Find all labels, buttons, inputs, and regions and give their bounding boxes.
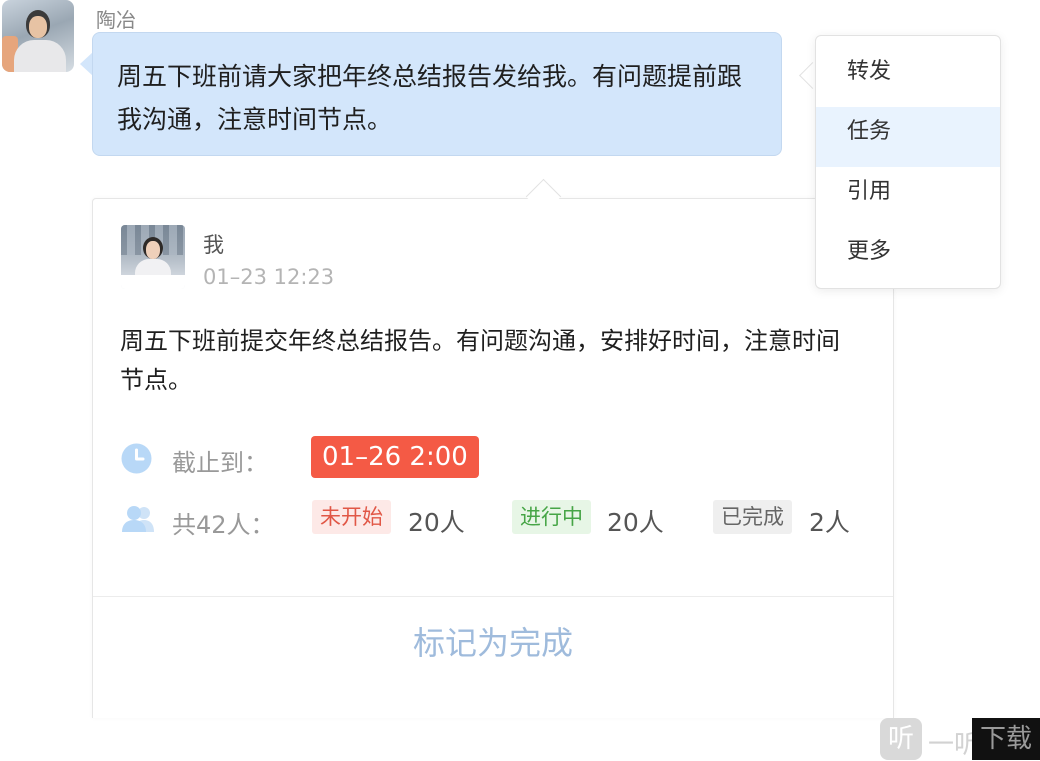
menu-item-quote[interactable]: 引用: [816, 167, 1000, 227]
status-tag-completed[interactable]: 已完成: [713, 500, 792, 534]
sender-name: 陶冶: [96, 8, 136, 32]
clock-icon: [121, 443, 152, 474]
status-tag-not-started[interactable]: 未开始: [312, 500, 391, 534]
people-icon: [121, 505, 156, 533]
deadline-badge: 01–26 2:00: [311, 436, 479, 478]
participants-total-label: 共42人：: [172, 511, 275, 539]
menu-item-task[interactable]: 任务: [816, 107, 1000, 167]
watermark-logo-icon: 听: [880, 718, 922, 760]
task-timestamp: 01–23 12:23: [203, 265, 335, 289]
menu-item-forward[interactable]: 转发: [816, 47, 1000, 107]
context-menu: 转发 任务 引用 更多: [815, 35, 1001, 289]
mark-complete-button[interactable]: 标记为完成: [93, 597, 893, 689]
status-tag-in-progress[interactable]: 进行中: [512, 500, 591, 534]
my-avatar[interactable]: [121, 225, 185, 289]
message-bubble[interactable]: 周五下班前请大家把年终总结报告发给我。有问题提前跟我沟通，注意时间节点。: [92, 32, 782, 156]
status-count-completed: 2人: [809, 508, 850, 537]
menu-item-more[interactable]: 更多: [816, 227, 1000, 287]
status-count-not-started: 20人: [408, 508, 465, 537]
deadline-label: 截止到：: [172, 449, 268, 477]
message-text: 周五下班前请大家把年终总结报告发给我。有问题提前跟我沟通，注意时间节点。: [117, 62, 743, 134]
status-count-in-progress: 20人: [607, 508, 664, 537]
task-author-name: 我: [203, 233, 224, 257]
sender-avatar[interactable]: [2, 0, 74, 72]
watermark-download-text: 下载: [972, 718, 1040, 760]
task-description: 周五下班前提交年终总结报告。有问题沟通，安排好时间，注意时间节点。: [120, 327, 840, 394]
